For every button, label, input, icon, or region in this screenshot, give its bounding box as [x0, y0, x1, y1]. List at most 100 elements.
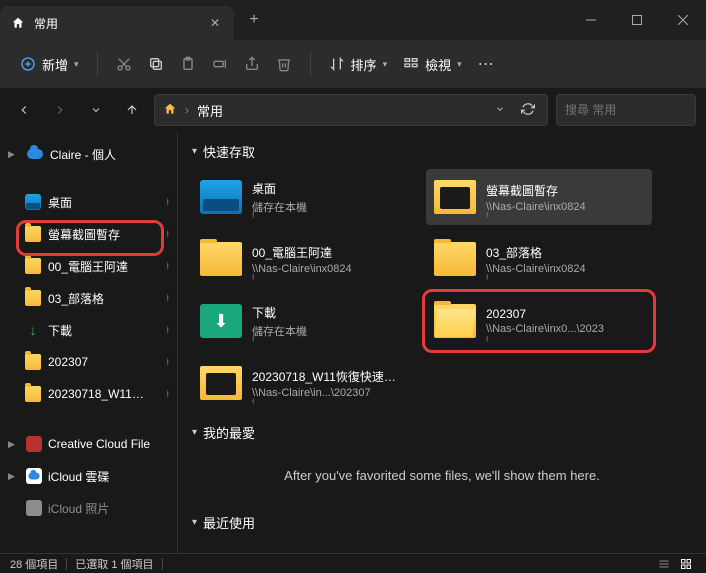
breadcrumb[interactable]: 常用: [197, 101, 483, 120]
paste-icon: [180, 56, 196, 72]
section-recent[interactable]: ▾ 最近使用: [192, 513, 692, 532]
paste-button[interactable]: [172, 50, 204, 78]
back-button[interactable]: [10, 96, 38, 124]
tiles-view-button[interactable]: [676, 556, 696, 572]
history-dropdown-button[interactable]: [491, 103, 509, 117]
section-quick-access[interactable]: ▾ 快速存取: [192, 142, 692, 161]
quick-access-item[interactable]: 202307 \\Nas-Claire\inx0...\2023 ⟊: [426, 293, 652, 349]
item-name: 下載: [252, 304, 307, 321]
refresh-button[interactable]: [517, 102, 539, 119]
sidebar-root-onedrive[interactable]: ▶ Claire - 個人: [0, 138, 177, 170]
close-button[interactable]: [660, 0, 706, 40]
quick-access-item[interactable]: 03_部落格 \\Nas-Claire\inx0824 ⟊: [426, 231, 652, 287]
chevron-down-icon: ▾: [192, 146, 197, 157]
tab-close-button[interactable]: ✕: [206, 16, 224, 30]
folder-icon: [24, 353, 42, 371]
sidebar-item-label: 螢幕截圖暫存: [48, 226, 160, 243]
ellipsis-icon: ⋯: [478, 54, 496, 74]
status-selected-count: 已選取 1 個項目: [75, 556, 153, 572]
new-button[interactable]: 新增 ▾: [12, 49, 87, 80]
new-tab-button[interactable]: +: [234, 0, 274, 40]
rename-button[interactable]: [204, 50, 236, 78]
home-icon: [163, 102, 177, 119]
cloud-icon: [26, 145, 44, 163]
desktop-icon: [24, 193, 42, 211]
view-button[interactable]: 檢視 ▾: [395, 49, 470, 80]
sidebar-quick-item[interactable]: 桌面 ⟊: [0, 186, 177, 218]
share-button[interactable]: [236, 50, 268, 78]
maximize-button[interactable]: [614, 0, 660, 40]
sidebar-quick-item[interactable]: 螢幕截圖暫存 ⟊: [0, 218, 177, 250]
pin-icon: ⟊: [166, 197, 169, 208]
folder-icon: [434, 238, 476, 280]
toolbar: 新增 ▾ 排序 ▾ 檢視 ▾ ⋯: [0, 40, 706, 88]
status-item-count: 28 個項目: [10, 556, 58, 572]
item-name: 00_電腦王阿達: [252, 244, 352, 261]
chevron-down-icon: ▾: [457, 59, 462, 70]
sort-label: 排序: [351, 55, 377, 74]
cut-icon: [116, 56, 132, 72]
minimize-button[interactable]: [568, 0, 614, 40]
chevron-right-icon: ▶: [8, 439, 20, 450]
delete-button[interactable]: [268, 50, 300, 78]
tab-title: 常用: [34, 15, 198, 32]
sidebar-item-label: iCloud 照片: [48, 500, 177, 517]
sidebar-quick-item[interactable]: 03_部落格 ⟊: [0, 282, 177, 314]
item-path: 儲存在本機: [252, 199, 307, 215]
copy-icon: [148, 56, 164, 72]
search-box[interactable]: [556, 94, 696, 126]
item-path: \\Nas-Claire\inx0...\2023: [486, 323, 604, 335]
sidebar-item-icloud-photos[interactable]: iCloud 照片: [0, 492, 177, 524]
quick-access-item[interactable]: 00_電腦王阿達 \\Nas-Claire\inx0824 ⟊: [192, 231, 418, 287]
share-icon: [244, 56, 260, 72]
quick-access-item[interactable]: ⬇ 下載 儲存在本機 ⟊: [192, 293, 418, 349]
pin-icon: ⟊: [486, 210, 488, 221]
chevron-down-icon: ▾: [383, 59, 388, 70]
pin-icon: ⟊: [486, 334, 488, 345]
pin-icon: ⟊: [166, 357, 169, 368]
section-favorites[interactable]: ▾ 我的最愛: [192, 423, 692, 442]
pin-icon: ⟊: [166, 293, 169, 304]
download-icon: ⬇: [200, 300, 242, 342]
icloud-icon: [26, 468, 42, 484]
item-name: 202307: [486, 307, 604, 321]
forward-button[interactable]: [46, 96, 74, 124]
item-path: \\Nas-Claire\in...\202307: [252, 387, 396, 399]
sidebar-item-label: Creative Cloud File: [48, 437, 177, 451]
sidebar-quick-item[interactable]: 00_電腦王阿達 ⟊: [0, 250, 177, 282]
pin-icon: ⟊: [166, 325, 169, 336]
quick-access-item[interactable]: 20230718_W11恢復快速… \\Nas-Claire\in...\202…: [192, 355, 418, 411]
sidebar-item-label: 202307: [48, 355, 160, 369]
desktop-icon: [200, 176, 242, 218]
quick-access-item[interactable]: 桌面 儲存在本機 ⟊: [192, 169, 418, 225]
sidebar-quick-item[interactable]: ↓ 下載 ⟊: [0, 314, 177, 346]
sidebar-item-creative-cloud[interactable]: ▶ Creative Cloud File: [0, 428, 177, 460]
details-view-button[interactable]: [654, 556, 674, 572]
quick-access-item[interactable]: 螢幕截圖暫存 \\Nas-Claire\inx0824 ⟊: [426, 169, 652, 225]
recent-button[interactable]: [82, 96, 110, 124]
new-label: 新增: [42, 55, 68, 74]
up-button[interactable]: [118, 96, 146, 124]
pin-icon: ⟊: [166, 261, 169, 272]
sidebar-quick-item[interactable]: 202307 ⟊: [0, 346, 177, 378]
cut-button[interactable]: [108, 50, 140, 78]
address-bar[interactable]: › 常用: [154, 94, 548, 126]
copy-button[interactable]: [140, 50, 172, 78]
statusbar: 28 個項目 已選取 1 個項目: [0, 553, 706, 573]
folder-icon: [24, 385, 42, 403]
item-name: 螢幕截圖暫存: [486, 182, 586, 199]
sidebar-item-icloud-drive[interactable]: ▶ iCloud 雲碟: [0, 460, 177, 492]
search-input[interactable]: [565, 103, 706, 117]
pin-icon: ⟊: [166, 229, 169, 240]
item-name: 桌面: [252, 180, 307, 197]
home-icon: [10, 15, 26, 31]
more-button[interactable]: ⋯: [470, 48, 504, 80]
pin-icon: ⟊: [252, 210, 254, 221]
sidebar-item-label: 20230718_W11…: [48, 387, 160, 401]
sort-button[interactable]: 排序 ▾: [321, 49, 396, 80]
sidebar-item-label: 桌面: [48, 194, 160, 211]
sidebar-quick-item[interactable]: 20230718_W11… ⟊: [0, 378, 177, 410]
screenshot-icon: [200, 362, 242, 404]
chevron-down-icon: ▾: [192, 427, 197, 438]
tab-active[interactable]: 常用 ✕: [0, 6, 234, 40]
